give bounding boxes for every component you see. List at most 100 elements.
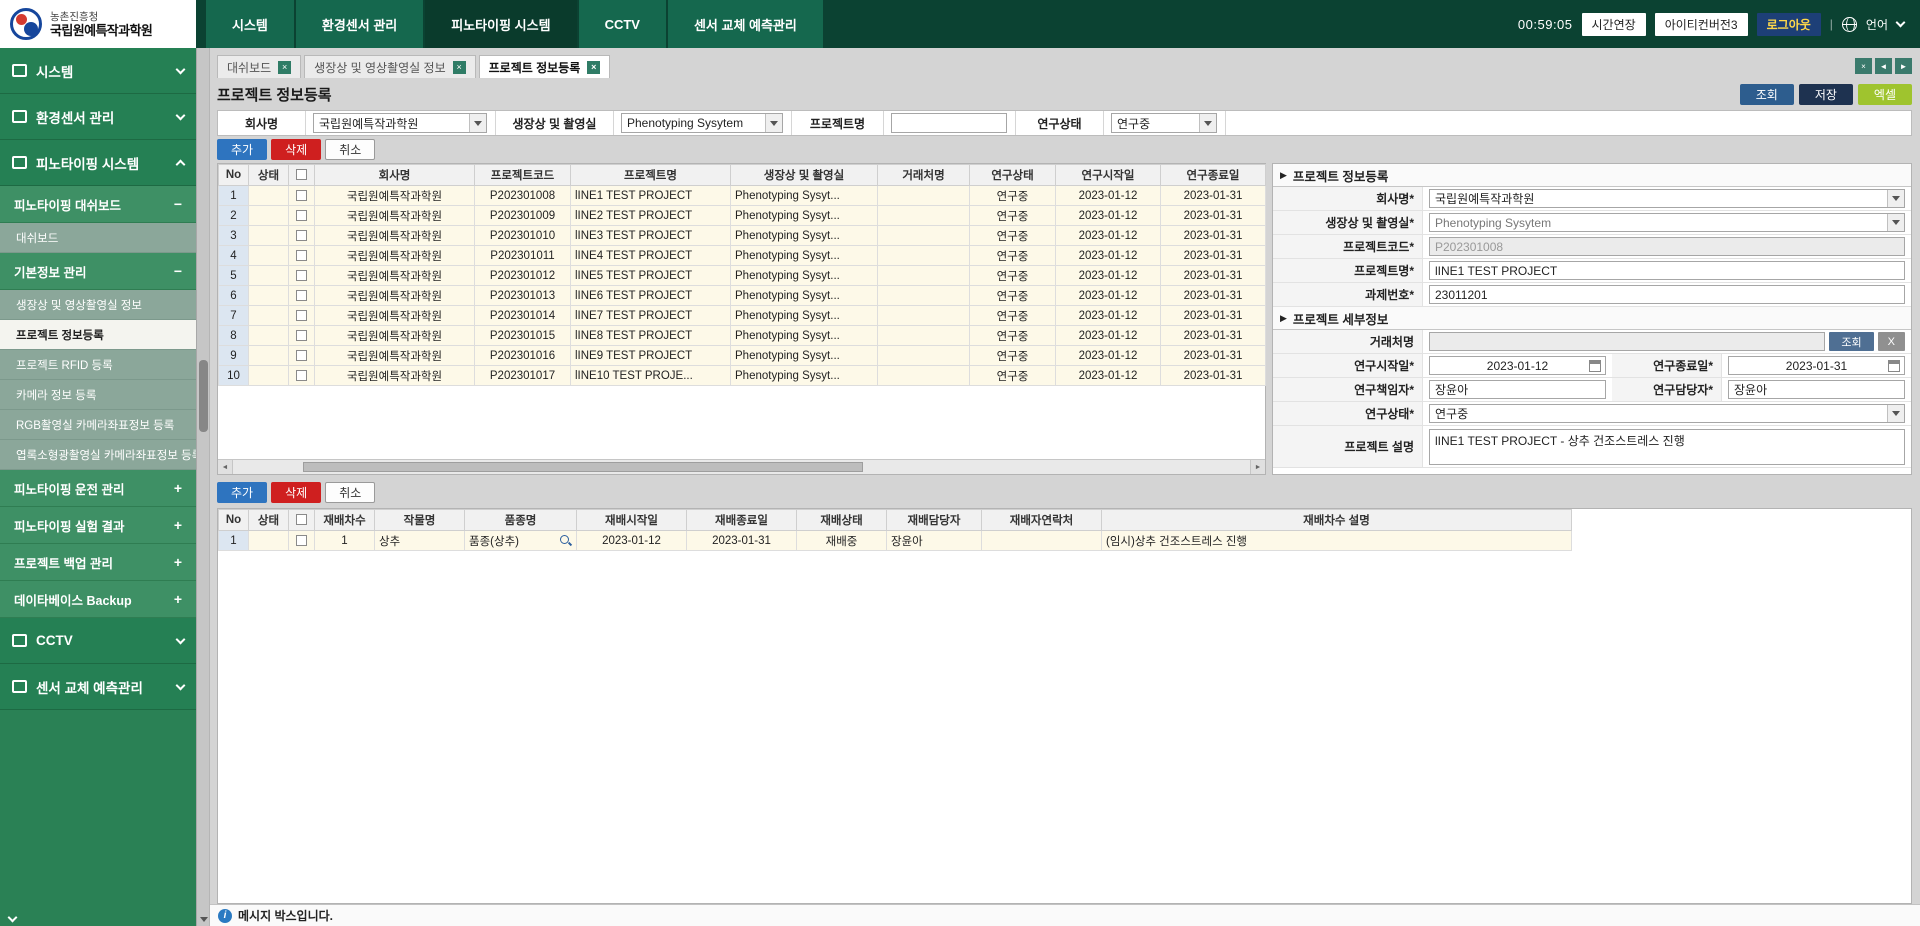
chevron-down-icon[interactable] bbox=[1896, 18, 1906, 28]
cell-name[interactable]: lINE7 TEST PROJECT bbox=[571, 306, 731, 326]
row-checkbox[interactable] bbox=[296, 350, 307, 361]
cell-start[interactable]: 2023-01-12 bbox=[1056, 286, 1161, 306]
cell-client[interactable] bbox=[878, 306, 970, 326]
cell-code[interactable]: P202301014 bbox=[475, 306, 571, 326]
cell-checkbox[interactable] bbox=[289, 531, 315, 551]
cell-start[interactable]: 2023-01-12 bbox=[1056, 346, 1161, 366]
cell-end[interactable]: 2023-01-31 bbox=[1161, 186, 1266, 206]
close-all-tabs-button[interactable]: × bbox=[1855, 58, 1872, 74]
cell-client[interactable] bbox=[878, 346, 970, 366]
sidebar-item-1[interactable]: 환경센서 관리 bbox=[0, 94, 196, 140]
cell-start[interactable]: 2023-01-12 bbox=[1056, 266, 1161, 286]
language-label[interactable]: 언어 bbox=[1866, 16, 1888, 33]
cell-company[interactable]: 국립원예특작과학원 bbox=[315, 206, 475, 226]
sidebar-item-17[interactable]: 센서 교체 예측관리 bbox=[0, 664, 196, 710]
cell-status[interactable]: 연구중 bbox=[970, 366, 1056, 386]
add-row-button[interactable]: 추가 bbox=[217, 482, 267, 503]
top-menu-item-4[interactable]: 센서 교체 예측관리 bbox=[668, 0, 823, 48]
cell-name[interactable]: lINE3 TEST PROJECT bbox=[571, 226, 731, 246]
row-checkbox[interactable] bbox=[296, 210, 307, 221]
extend-time-button[interactable]: 시간연장 bbox=[1582, 13, 1646, 36]
form-status-select[interactable]: 연구중 bbox=[1429, 404, 1905, 423]
cell-system[interactable]: Phenotyping Sysyt... bbox=[731, 226, 878, 246]
cell-round[interactable]: 1 bbox=[315, 531, 375, 551]
row-checkbox[interactable] bbox=[296, 270, 307, 281]
sidebar-item-4[interactable]: 대쉬보드 bbox=[0, 223, 196, 253]
header-select-all-checkbox[interactable] bbox=[289, 165, 315, 186]
cell-end[interactable]: 2023-01-31 bbox=[1161, 266, 1266, 286]
row-checkbox[interactable] bbox=[296, 230, 307, 241]
table-row[interactable]: 1국립원예특작과학원P202301008lINE1 TEST PROJECTPh… bbox=[219, 186, 1266, 206]
form-name-input[interactable]: lINE1 TEST PROJECT bbox=[1429, 261, 1905, 280]
cell-system[interactable]: Phenotyping Sysyt... bbox=[731, 306, 878, 326]
add-row-button[interactable]: 추가 bbox=[217, 139, 267, 160]
horizontal-scrollbar[interactable]: ◄ ► bbox=[218, 459, 1265, 474]
sidebar-scroll-down-icon[interactable] bbox=[8, 913, 18, 923]
cancel-button[interactable]: 취소 bbox=[325, 482, 375, 503]
cell-end[interactable]: 2023-01-31 bbox=[1161, 206, 1266, 226]
cell-client[interactable] bbox=[878, 326, 970, 346]
cell-start[interactable]: 2023-01-12 bbox=[577, 531, 687, 551]
calendar-icon[interactable] bbox=[1888, 360, 1900, 372]
sidebar-item-2[interactable]: 피노타이핑 시스템 bbox=[0, 140, 196, 186]
scrollbar-down-arrow-icon[interactable] bbox=[200, 917, 208, 922]
cell-name[interactable]: lINE9 TEST PROJECT bbox=[571, 346, 731, 366]
excel-button[interactable]: 엑셀 bbox=[1858, 84, 1912, 105]
form-company-select[interactable]: 국립원예특작과학원 bbox=[1429, 189, 1905, 208]
tab-2[interactable]: 프로젝트 정보등록× bbox=[479, 55, 611, 78]
cell-start[interactable]: 2023-01-12 bbox=[1056, 206, 1161, 226]
row-checkbox[interactable] bbox=[296, 310, 307, 321]
header-select-all-checkbox[interactable] bbox=[289, 510, 315, 531]
sidebar-item-5[interactable]: 기본정보 관리− bbox=[0, 253, 196, 290]
cell-client[interactable] bbox=[878, 226, 970, 246]
sidebar-item-6[interactable]: 생장상 및 영상촬영실 정보 bbox=[0, 290, 196, 320]
cell-end[interactable]: 2023-01-31 bbox=[687, 531, 797, 551]
cell-system[interactable]: Phenotyping Sysyt... bbox=[731, 346, 878, 366]
form-end-date[interactable]: 2023-01-31 bbox=[1728, 356, 1905, 375]
save-button[interactable]: 저장 bbox=[1799, 84, 1853, 105]
form-chamber-select[interactable]: Phenotyping Sysytem bbox=[1429, 213, 1905, 232]
cell-status[interactable]: 연구중 bbox=[970, 326, 1056, 346]
cell-company[interactable]: 국립원예특작과학원 bbox=[315, 226, 475, 246]
sidebar-item-0[interactable]: 시스템 bbox=[0, 48, 196, 94]
search-button[interactable]: 조회 bbox=[1740, 84, 1794, 105]
form-desc-textarea[interactable]: lINE1 TEST PROJECT - 상추 건조스트레스 진행 bbox=[1429, 429, 1905, 465]
cell-name[interactable]: lINE1 TEST PROJECT bbox=[571, 186, 731, 206]
top-menu-item-2[interactable]: 피노타이핑 시스템 bbox=[425, 0, 576, 48]
cell-status[interactable]: 연구중 bbox=[970, 206, 1056, 226]
cell-company[interactable]: 국립원예특작과학원 bbox=[315, 266, 475, 286]
cell-company[interactable]: 국립원예특작과학원 bbox=[315, 366, 475, 386]
cell-end[interactable]: 2023-01-31 bbox=[1161, 366, 1266, 386]
tab-close-icon[interactable]: × bbox=[587, 61, 600, 74]
sidebar-item-15[interactable]: 데이타베이스 Backup+ bbox=[0, 581, 196, 618]
tab-close-icon[interactable]: × bbox=[453, 61, 466, 74]
cell-code[interactable]: P202301017 bbox=[475, 366, 571, 386]
cell-company[interactable]: 국립원예특작과학원 bbox=[315, 306, 475, 326]
row-checkbox[interactable] bbox=[296, 250, 307, 261]
filter-project-input[interactable] bbox=[891, 113, 1007, 133]
search-icon[interactable] bbox=[560, 535, 572, 547]
scroll-left-arrow-icon[interactable]: ◄ bbox=[218, 460, 233, 474]
scrollbar-thumb[interactable] bbox=[199, 360, 208, 432]
cell-client[interactable] bbox=[878, 266, 970, 286]
cell-company[interactable]: 국립원예특작과학원 bbox=[315, 186, 475, 206]
row-checkbox[interactable] bbox=[296, 190, 307, 201]
cell-code[interactable]: P202301015 bbox=[475, 326, 571, 346]
sidebar-scrollbar[interactable] bbox=[196, 48, 210, 926]
cell-start[interactable]: 2023-01-12 bbox=[1056, 326, 1161, 346]
filter-company-select[interactable]: 국립원예특작과학원 bbox=[313, 113, 487, 133]
cell-start[interactable]: 2023-01-12 bbox=[1056, 306, 1161, 326]
cell-system[interactable]: Phenotyping Sysyt... bbox=[731, 246, 878, 266]
cell-end[interactable]: 2023-01-31 bbox=[1161, 286, 1266, 306]
cell-system[interactable]: Phenotyping Sysyt... bbox=[731, 266, 878, 286]
cell-name[interactable]: lINE5 TEST PROJECT bbox=[571, 266, 731, 286]
cell-code[interactable]: P202301010 bbox=[475, 226, 571, 246]
form-leader-input[interactable]: 장윤아 bbox=[1429, 380, 1606, 399]
cell-company[interactable]: 국립원예특작과학원 bbox=[315, 346, 475, 366]
cell-system[interactable]: Phenotyping Sysyt... bbox=[731, 186, 878, 206]
account-button[interactable]: 아이티컨버전3 bbox=[1655, 13, 1748, 36]
cell-system[interactable]: Phenotyping Sysyt... bbox=[731, 366, 878, 386]
cell-checkbox[interactable] bbox=[289, 326, 315, 346]
cell-crop[interactable]: 상추 bbox=[375, 531, 465, 551]
cell-company[interactable]: 국립원예특작과학원 bbox=[315, 326, 475, 346]
